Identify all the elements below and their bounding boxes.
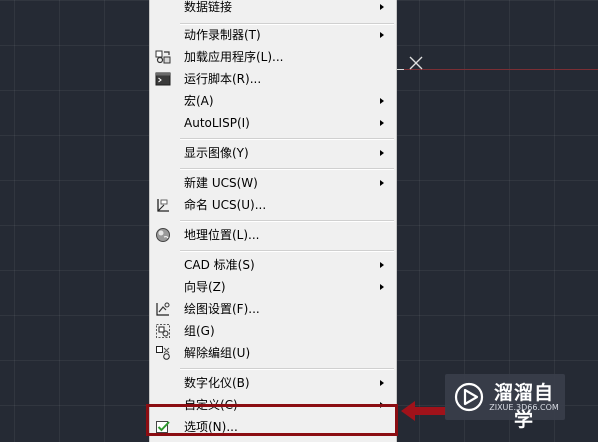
- menu-item-named-ucs[interactable]: 命名 UCS(U)...: [150, 194, 396, 216]
- menu-item-autolisp[interactable]: AutoLISP(I): [150, 112, 396, 134]
- menu-item-digitizer[interactable]: 数字化仪(B): [150, 372, 396, 394]
- menu-item-display-image[interactable]: 显示图像(Y): [150, 142, 396, 164]
- menu-item-macro[interactable]: 宏(A): [150, 90, 396, 112]
- menu-item-label: 地理位置(L)...: [184, 228, 260, 242]
- menu-separator: [180, 250, 394, 252]
- menu-item-label: 加载应用程序(L)...: [184, 50, 284, 64]
- callout-arrow-icon: [401, 401, 446, 421]
- x-axis-line: [396, 69, 598, 70]
- menu-item-load-application[interactable]: 加载应用程序(L)...: [150, 46, 396, 68]
- ungroup-icon: [156, 346, 170, 360]
- menu-item-action-recorder[interactable]: 动作录制器(T): [150, 24, 396, 46]
- menu-item-label: 绘图设置(F)...: [184, 302, 260, 316]
- submenu-arrow-icon: [380, 4, 384, 10]
- submenu-arrow-icon: [380, 380, 384, 386]
- named-ucs-icon: [157, 199, 169, 212]
- menu-item-label: 数字化仪(B): [184, 376, 250, 390]
- tools-dropdown-menu: 数据链接 动作录制器(T) 加载应用程序(L)... 运行脚本(R)... 宏(…: [149, 0, 397, 442]
- menu-separator: [180, 220, 394, 222]
- menu-item-label: 动作录制器(T): [184, 28, 261, 42]
- menu-item-cad-standards[interactable]: CAD 标准(S): [150, 254, 396, 276]
- menu-separator: [180, 138, 394, 140]
- menu-item-data-links[interactable]: 数据链接: [150, 0, 396, 18]
- submenu-arrow-icon: [380, 120, 384, 126]
- menu-item-label: 组(G): [184, 324, 215, 338]
- menu-item-new-ucs[interactable]: 新建 UCS(W): [150, 172, 396, 194]
- menu-item-label: CAD 标准(S): [184, 258, 255, 272]
- menu-item-label: AutoLISP(I): [184, 116, 250, 130]
- watermark-badge: 溜溜自学 ZIXUE.3D66.COM: [445, 374, 565, 431]
- menu-item-run-script[interactable]: 运行脚本(R)...: [150, 68, 396, 90]
- menu-item-label: 运行脚本(R)...: [184, 72, 262, 86]
- menu-item-group[interactable]: 组(G): [150, 320, 396, 342]
- cursor-crosshair-icon: [409, 56, 423, 70]
- group-icon: [156, 324, 170, 338]
- menu-item-geographic-location[interactable]: 地理位置(L)...: [150, 224, 396, 246]
- run-script-icon: [155, 72, 171, 86]
- watermark-url: ZIXUE.3D66.COM: [489, 403, 559, 412]
- submenu-arrow-icon: [380, 180, 384, 186]
- submenu-arrow-icon: [380, 98, 384, 104]
- menu-item-label: 数据链接: [184, 0, 233, 14]
- menu-item-label: 宏(A): [184, 94, 214, 108]
- menu-item-label: 新建 UCS(W): [184, 176, 258, 190]
- menu-item-label: 显示图像(Y): [184, 146, 249, 160]
- menu-separator: [180, 168, 394, 170]
- globe-icon: [156, 228, 170, 242]
- menu-separator: [180, 368, 394, 370]
- menu-item-label: 解除编组(U): [184, 346, 251, 360]
- play-logo-icon: [454, 382, 484, 412]
- options-highlight-frame: [146, 404, 398, 436]
- menu-item-ungroup[interactable]: 解除编组(U): [150, 342, 396, 364]
- menu-item-label: 向导(Z): [184, 280, 226, 294]
- menu-item-drafting-settings[interactable]: 绘图设置(F)...: [150, 298, 396, 320]
- drafting-settings-icon: [156, 302, 170, 316]
- menu-item-label: 命名 UCS(U)...: [184, 198, 267, 212]
- menu-item-wizards[interactable]: 向导(Z): [150, 276, 396, 298]
- submenu-arrow-icon: [380, 150, 384, 156]
- submenu-arrow-icon: [380, 284, 384, 290]
- submenu-arrow-icon: [380, 262, 384, 268]
- load-app-icon: [155, 50, 171, 64]
- crosshair-line: [396, 69, 404, 70]
- submenu-arrow-icon: [380, 32, 384, 38]
